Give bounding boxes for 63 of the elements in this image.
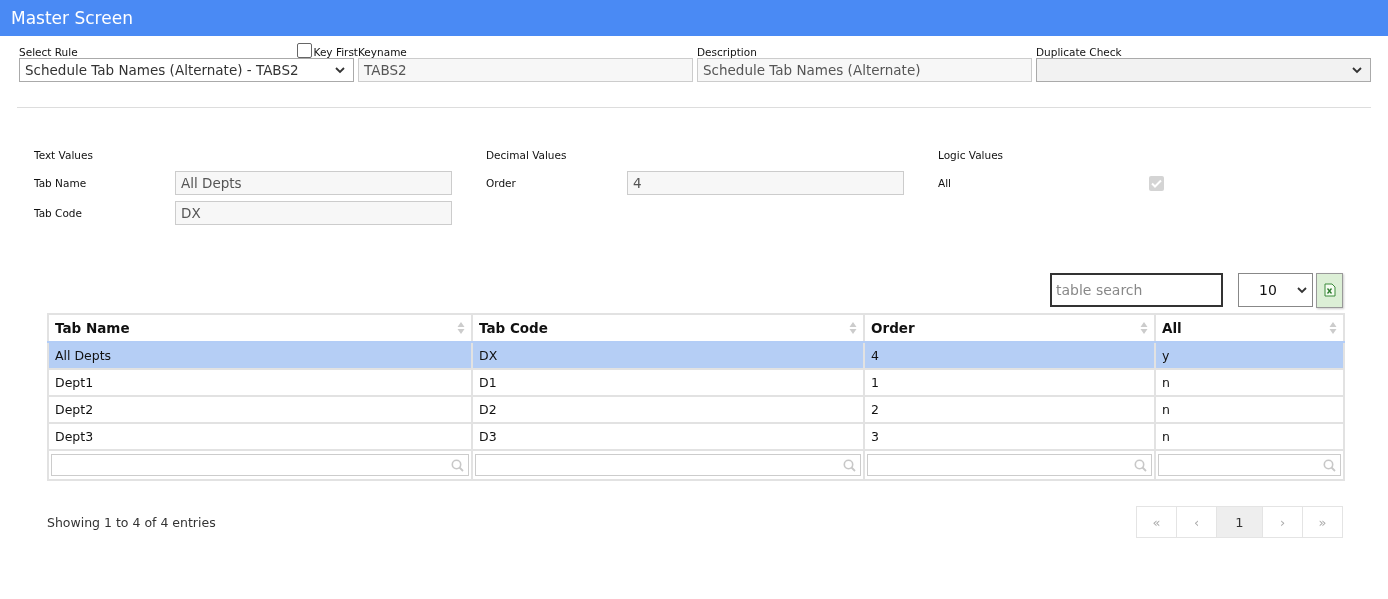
duplicate-check-dropdown[interactable] <box>1036 58 1371 82</box>
field-label: Tab Code <box>34 207 83 219</box>
table-cell: Dept2 <box>48 396 472 423</box>
table-cell: n <box>1155 396 1344 423</box>
table-cell: Dept3 <box>48 423 472 450</box>
sort-icon[interactable] <box>1329 321 1337 335</box>
sort-icon[interactable] <box>457 321 465 335</box>
table-cell: DX <box>472 342 864 369</box>
column-filter-field[interactable] <box>475 454 861 476</box>
field-label: Keyname <box>358 46 407 58</box>
section-title: Text Values <box>34 149 94 163</box>
search-icon <box>843 458 856 472</box>
field-label: Order <box>486 177 517 189</box>
table-search-field[interactable]: table search <box>1050 273 1223 307</box>
caret-icon <box>1352 66 1362 74</box>
table-cell: y <box>1155 342 1344 369</box>
entries-info: Showing 1 to 4 of 4 entries <box>47 514 216 530</box>
field-label: Description <box>697 46 757 58</box>
column-filter-field[interactable] <box>51 454 469 476</box>
key-first-checkbox[interactable] <box>296 43 312 58</box>
search-icon <box>1323 458 1336 472</box>
table-cell: Dept1 <box>48 369 472 396</box>
checkbox-label: Key First <box>313 46 358 58</box>
caret-icon <box>335 66 345 74</box>
value-field[interactable]: DX <box>175 201 452 225</box>
field-label: Tab Name <box>34 177 88 189</box>
page-size-dropdown[interactable]: 10 <box>1238 273 1313 307</box>
table-cell: 3 <box>864 423 1155 450</box>
column-filter-field[interactable] <box>1158 454 1341 476</box>
excel-export-button[interactable] <box>1316 272 1343 308</box>
column-header[interactable]: All <box>1155 314 1344 342</box>
section-title: Decimal Values <box>486 149 568 163</box>
field-label: Duplicate Check <box>1036 46 1122 58</box>
sort-icon[interactable] <box>849 321 857 335</box>
sort-icon[interactable] <box>1140 321 1148 335</box>
column-header[interactable]: Order <box>864 314 1155 342</box>
table-cell: D3 <box>472 423 864 450</box>
table-cell: 1 <box>864 369 1155 396</box>
table-cell: n <box>1155 369 1344 396</box>
value-field[interactable]: 4 <box>627 171 904 195</box>
field-label: All <box>938 177 953 189</box>
column-header[interactable]: Tab Name <box>48 314 472 342</box>
description-field[interactable]: Schedule Tab Names (Alternate) <box>697 58 1032 82</box>
table-cell: 2 <box>864 396 1155 423</box>
table-cell: D2 <box>472 396 864 423</box>
search-icon <box>451 458 464 472</box>
spreadsheet-icon <box>1323 283 1336 297</box>
field-label: Select Rule <box>19 46 78 58</box>
column-filter-field[interactable] <box>867 454 1152 476</box>
table-cell: D1 <box>472 369 864 396</box>
value-field[interactable]: All Depts <box>175 171 452 195</box>
rule-dropdown[interactable]: Schedule Tab Names (Alternate) - TABS2 <box>19 58 354 82</box>
column-header[interactable]: Tab Code <box>472 314 864 342</box>
caret-icon <box>1297 286 1307 294</box>
section-title: Logic Values <box>938 149 1005 163</box>
keyname-field[interactable]: TABS2 <box>358 58 693 82</box>
search-icon <box>1134 458 1147 472</box>
table-cell: 4 <box>864 342 1155 369</box>
screen-title: Master Screen <box>11 8 133 28</box>
checkbox[interactable] <box>1149 175 1164 191</box>
page-button[interactable]: 1 <box>1216 506 1263 538</box>
table-cell: n <box>1155 423 1344 450</box>
table-cell: All Depts <box>48 342 472 369</box>
